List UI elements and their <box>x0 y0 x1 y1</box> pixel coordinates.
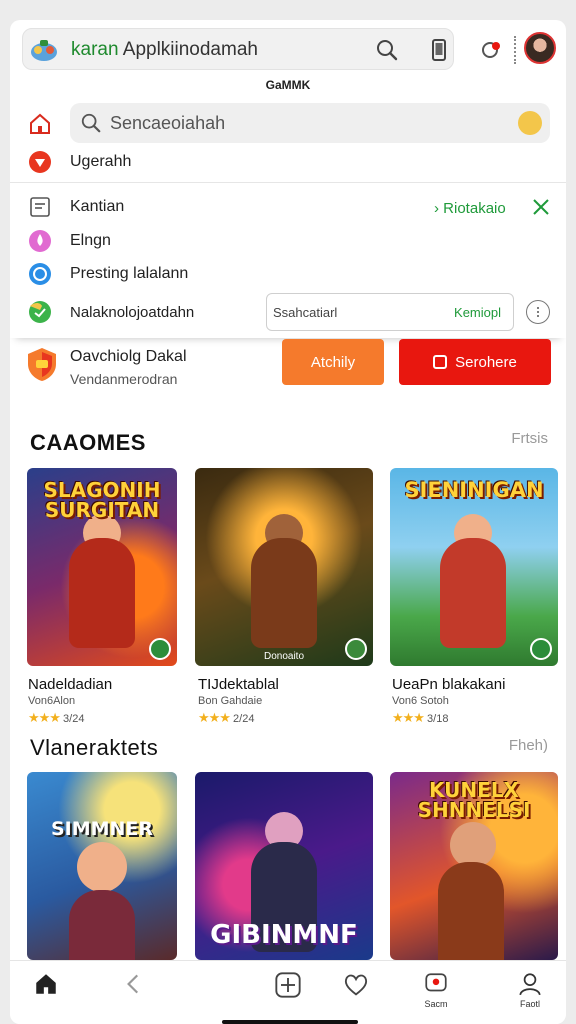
heart-icon <box>344 974 368 996</box>
circle-icon <box>29 263 51 285</box>
section-title: Vlaneraktets <box>30 735 159 760</box>
promo-title: Oavchiolg Dakal <box>70 348 187 365</box>
document-icon <box>30 197 50 217</box>
more-options-icon[interactable] <box>526 300 550 324</box>
back-icon <box>127 974 139 994</box>
section-see-all-link[interactable]: Frtsis <box>511 430 548 447</box>
search-icon[interactable] <box>375 38 399 62</box>
green-link[interactable]: › Riotakaio <box>434 200 506 217</box>
profile-icon <box>519 973 541 996</box>
game-developer: Von6 Sotoh <box>392 695 449 707</box>
boy-figure <box>77 842 127 892</box>
bag-icon <box>433 355 448 369</box>
cover-title: SLAGONIH SURGITAN <box>43 478 161 522</box>
cover-title: SIMMNER <box>50 818 154 840</box>
game-name[interactable]: Nadeldadian <box>28 676 112 693</box>
cover-title: KUNELX SHNNELSI <box>417 778 531 822</box>
nav-label: Sacm <box>424 999 448 1009</box>
play-badge-icon <box>345 638 367 660</box>
chat-bubble-icon <box>29 301 51 323</box>
home-icon <box>36 974 56 994</box>
game-card[interactable]: SIMMNER <box>27 772 177 960</box>
home-indicator[interactable] <box>222 1020 358 1024</box>
home-outline-icon[interactable] <box>28 112 52 136</box>
rating-value: 2/24 <box>233 713 255 725</box>
close-icon[interactable] <box>530 196 552 218</box>
app-logo-icon[interactable] <box>29 36 59 64</box>
game-card[interactable]: GIBINMNF <box>195 772 373 960</box>
red-button-label: Serohere <box>455 353 517 371</box>
nav-favorites[interactable] <box>336 971 376 1019</box>
shield-heart-icon <box>29 151 51 173</box>
nav-chat[interactable]: Sacm <box>416 971 456 1019</box>
game-rating: ★★★ 3/18 <box>392 710 448 726</box>
search-input[interactable]: Sencaeoiahah <box>70 103 550 143</box>
game-name[interactable]: TIJdektablal <box>198 676 279 693</box>
rating-stars-icon: ★★★ <box>392 710 425 725</box>
rating-stars-icon: ★★★ <box>28 710 61 725</box>
app-window: karan Applkiinodamah GaMMK Sencaeoiahah … <box>10 20 566 1024</box>
inline-search-field[interactable]: Ssahcatiarl Kemiopl <box>266 293 514 331</box>
cover-title: SIENINIGAN <box>404 478 544 502</box>
play-badge-icon <box>149 638 171 660</box>
app-title: karan Applkiinodamah <box>71 39 258 61</box>
promo-shield-icon <box>28 348 56 381</box>
cover-title: GIBINMNF <box>210 920 358 950</box>
search-placeholder: Sencaeoiahah <box>110 113 226 133</box>
rating-stars-icon: ★★★ <box>198 710 231 725</box>
record-icon[interactable] <box>480 38 504 62</box>
play-badge-icon <box>530 638 552 660</box>
phone-icon[interactable] <box>427 38 451 62</box>
section-title: CAAOMES <box>30 430 146 455</box>
game-card[interactable]: KUNELX SHNNELSI <box>390 772 558 960</box>
game-developer: Von6Alon <box>28 695 76 707</box>
menu-item-2[interactable]: Kantian <box>70 198 124 216</box>
menu-item-1[interactable]: Ugerahh <box>70 153 131 171</box>
emoji-icon[interactable] <box>518 111 542 135</box>
game-name[interactable]: UeaPn blakakani <box>392 676 505 693</box>
promo-subtitle: Vendanmerodran <box>70 371 178 387</box>
menu-item-5[interactable]: Nalaknolojoatdahn <box>70 304 194 321</box>
separator <box>514 36 516 64</box>
bottom-navigation: Sacm Faotl <box>10 960 566 1024</box>
game-rating: ★★★ 2/24 <box>198 710 254 726</box>
app-brand: karan <box>71 39 119 60</box>
game-rating: ★★★ 3/24 <box>28 710 84 726</box>
menu-item-4[interactable]: Presting lalalann <box>70 265 188 283</box>
avatar[interactable] <box>524 32 556 64</box>
inline-search-placeholder: Ssahcatiarl <box>273 305 338 320</box>
game-card[interactable]: Donoaito <box>195 468 373 666</box>
chat-icon <box>425 973 447 992</box>
orange-button-label: Atchily <box>310 353 356 371</box>
nav-label: Faotl <box>519 999 540 1009</box>
nav-back[interactable] <box>114 971 154 1019</box>
section-see-all-link[interactable]: Fheh) <box>509 737 548 754</box>
app-title-text: Applkiinodamah <box>122 39 258 60</box>
nav-add[interactable] <box>268 971 308 1019</box>
inline-search-action[interactable]: Kemiopl <box>454 305 501 320</box>
page-caption: GaMMK <box>265 78 311 92</box>
rating-value: 3/18 <box>427 713 449 725</box>
orange-action-button[interactable]: Atchily <box>282 339 384 385</box>
rating-value: 3/24 <box>63 713 85 725</box>
green-link-label: Riotakaio <box>443 200 506 217</box>
game-card[interactable]: SLAGONIH SURGITAN <box>27 468 177 666</box>
nav-profile[interactable]: Faotl <box>510 971 550 1019</box>
search-icon <box>81 113 101 133</box>
game-developer: Bon Gahdaie <box>198 695 263 707</box>
red-action-button[interactable]: Serohere <box>399 339 551 385</box>
add-icon <box>275 972 301 998</box>
top-bar: karan Applkiinodamah <box>22 28 454 70</box>
menu-item-3[interactable]: Elngn <box>70 232 111 250</box>
nav-home[interactable] <box>26 971 66 1019</box>
game-card[interactable]: SIENINIGAN <box>390 468 558 666</box>
drop-icon <box>29 230 51 252</box>
